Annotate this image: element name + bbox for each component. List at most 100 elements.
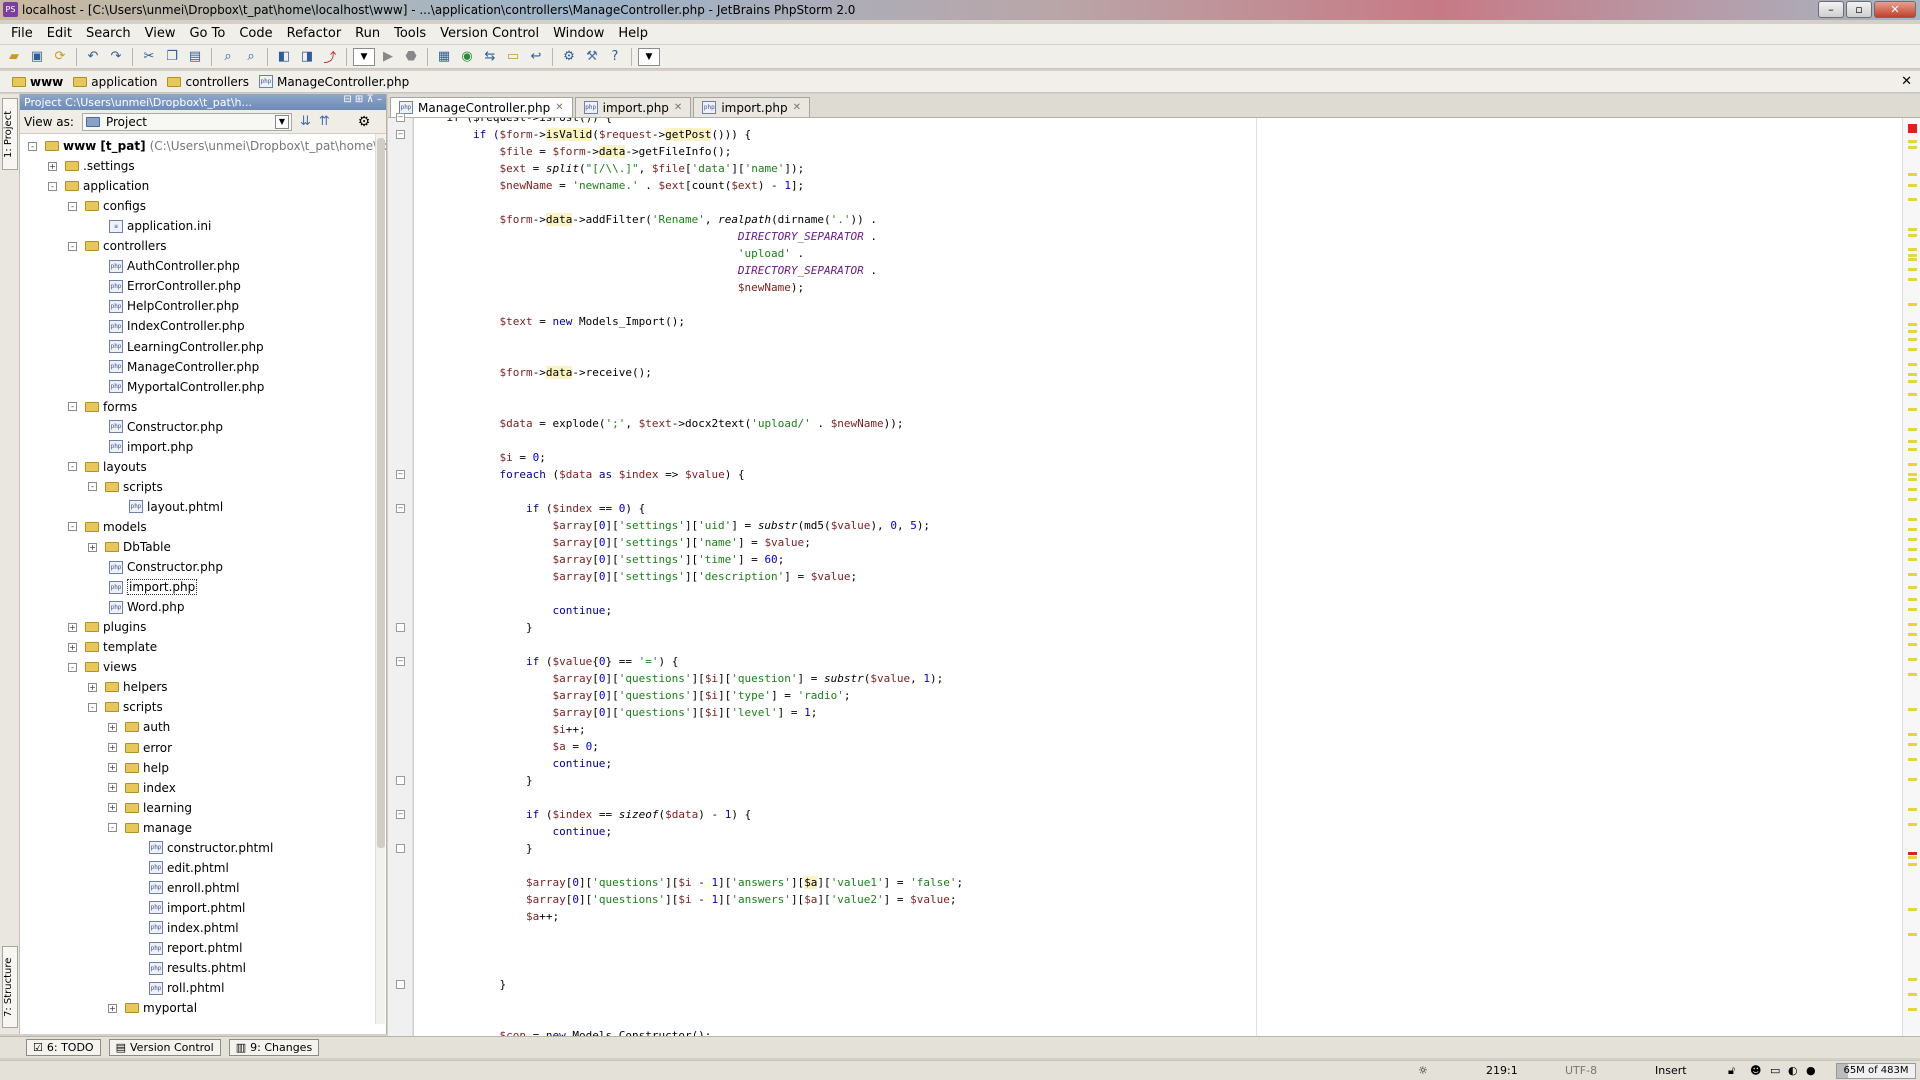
warning-marker[interactable] [1908, 978, 1917, 981]
fold-marker-icon[interactable]: − [396, 113, 405, 122]
expand-icon[interactable]: + [108, 743, 117, 752]
scroll-from-source-icon[interactable]: ⇊ [300, 114, 311, 129]
forward-icon[interactable]: ◨ [297, 47, 317, 67]
fold-marker-icon[interactable] [396, 623, 405, 632]
remote-host-icon[interactable]: ▭ [503, 47, 523, 67]
warning-marker[interactable] [1908, 908, 1917, 911]
warning-marker[interactable] [1908, 758, 1917, 761]
expand-icon[interactable]: + [88, 542, 97, 552]
warning-marker[interactable] [1908, 538, 1917, 541]
expand-icon[interactable]: + [68, 642, 77, 652]
expand-icon[interactable]: + [88, 682, 97, 692]
tree-item[interactable]: - layouts [68, 457, 147, 477]
tree-item[interactable]: ≡ application.ini [88, 216, 211, 236]
warning-marker[interactable] [1908, 633, 1917, 636]
error-stripe[interactable] [1902, 118, 1920, 1036]
warning-marker[interactable] [1908, 448, 1917, 451]
tree-item[interactable]: php index.phtml [128, 918, 239, 938]
panel-controls[interactable]: ⊟ ⊞ ⊼ – [343, 94, 382, 105]
tree-item[interactable]: + learning [108, 798, 192, 818]
warning-marker[interactable] [1908, 558, 1917, 561]
collapse-icon[interactable]: - [108, 823, 117, 833]
save-all-icon[interactable]: ▣ [27, 47, 47, 67]
warning-marker[interactable] [1908, 140, 1917, 143]
menu-file[interactable]: File [4, 24, 40, 44]
caret-position[interactable]: 219:1 [1486, 1064, 1518, 1077]
collapse-icon[interactable]: - [68, 522, 77, 532]
editor-tab[interactable]: php ManageController.php ✕ [390, 97, 573, 117]
collapse-icon[interactable]: - [68, 201, 77, 211]
menu-help[interactable]: Help [611, 24, 655, 44]
fold-marker-icon[interactable]: − [396, 504, 405, 513]
warning-marker[interactable] [1908, 463, 1917, 466]
tree-item[interactable]: php IndexController.php [88, 316, 245, 336]
expand-icon[interactable]: + [68, 622, 77, 632]
error-marker[interactable] [1908, 124, 1917, 133]
warning-marker[interactable] [1908, 198, 1917, 201]
deployment-icon[interactable]: ⇆ [480, 47, 500, 67]
breadcrumb-application[interactable]: application [73, 75, 157, 89]
structure-tool-tab[interactable]: 7: Structure [2, 946, 18, 1028]
menu-search[interactable]: Search [79, 24, 138, 44]
collapse-all-icon[interactable]: ⇈ [319, 114, 330, 129]
menu-refactor[interactable]: Refactor [280, 24, 349, 44]
warning-marker[interactable] [1908, 573, 1917, 576]
warning-marker[interactable] [1908, 658, 1917, 661]
menu-edit[interactable]: Edit [40, 24, 79, 44]
tree-item[interactable]: php import.php [88, 437, 193, 457]
tree-item[interactable]: - forms [68, 397, 137, 417]
error-marker[interactable] [1908, 852, 1917, 855]
collapse-icon[interactable]: - [68, 662, 77, 672]
tree-item[interactable]: php constructor.phtml [128, 838, 273, 858]
warning-marker[interactable] [1908, 548, 1917, 551]
expand-icon[interactable]: + [108, 722, 117, 732]
web-browser-icon[interactable]: ◉ [457, 47, 477, 67]
copy-icon[interactable]: ❐ [162, 47, 182, 67]
redo-icon[interactable]: ↷ [106, 47, 126, 67]
file-encoding[interactable]: UTF-8 [1565, 1064, 1597, 1077]
warning-marker[interactable] [1908, 248, 1917, 251]
warning-marker[interactable] [1908, 363, 1917, 366]
menu-goto[interactable]: Go To [182, 24, 232, 44]
sun-icon[interactable]: ☼ [1418, 1064, 1428, 1077]
close-tab-icon[interactable]: ✕ [674, 102, 682, 113]
breadcrumb-controllers[interactable]: controllers [167, 75, 249, 89]
undo-icon[interactable]: ↶ [83, 47, 103, 67]
warning-marker[interactable] [1908, 393, 1917, 396]
warning-marker[interactable] [1908, 708, 1917, 711]
warning-marker[interactable] [1908, 623, 1917, 626]
tree-item[interactable]: - www [t_pat] (C:\Users\unmei\Dropbox\t_pa… [28, 136, 386, 156]
menu-code[interactable]: Code [232, 24, 279, 44]
tree-item[interactable]: php import.phtml [128, 898, 245, 918]
tree-item[interactable]: + DbTable [88, 537, 171, 557]
toolbar-more-dropdown[interactable]: ▼ [638, 47, 660, 66]
warning-marker[interactable] [1908, 348, 1917, 351]
tree-item[interactable]: - controllers [68, 236, 167, 256]
tree-item[interactable]: + error [108, 738, 172, 758]
close-window-button[interactable]: ✕ [1874, 1, 1916, 18]
warning-marker[interactable] [1908, 258, 1917, 261]
todo-tool-tab[interactable]: ☑ 6: TODO [26, 1039, 101, 1056]
warning-marker[interactable] [1908, 228, 1917, 231]
warning-marker[interactable] [1908, 808, 1917, 811]
tree-item[interactable]: php ErrorController.php [88, 276, 241, 296]
tree-item[interactable]: php import.php [88, 577, 198, 597]
tree-item[interactable]: - application [48, 176, 149, 196]
memory-indicator[interactable]: 65M of 483M [1836, 1063, 1916, 1079]
paste-icon[interactable]: ▤ [185, 47, 205, 67]
event-log-icon[interactable]: ▭ [1770, 1064, 1780, 1077]
menu-tools[interactable]: Tools [387, 24, 433, 44]
vcs-icon[interactable]: ↩ [526, 47, 546, 67]
expand-icon[interactable]: + [48, 161, 57, 171]
replace-icon[interactable]: ⌕ [241, 47, 261, 67]
expand-icon[interactable]: + [108, 803, 117, 813]
collapse-icon[interactable]: - [28, 141, 37, 151]
settings-icon[interactable]: ⚙ [559, 47, 579, 67]
warning-marker[interactable] [1908, 488, 1917, 491]
warning-marker[interactable] [1908, 473, 1917, 476]
tree-item[interactable]: php MyportalController.php [88, 377, 264, 397]
warning-marker[interactable] [1908, 268, 1917, 271]
synchronize-icon[interactable]: ⟳ [50, 47, 70, 67]
help-icon[interactable]: ? [605, 47, 625, 67]
warning-marker[interactable] [1908, 743, 1917, 746]
